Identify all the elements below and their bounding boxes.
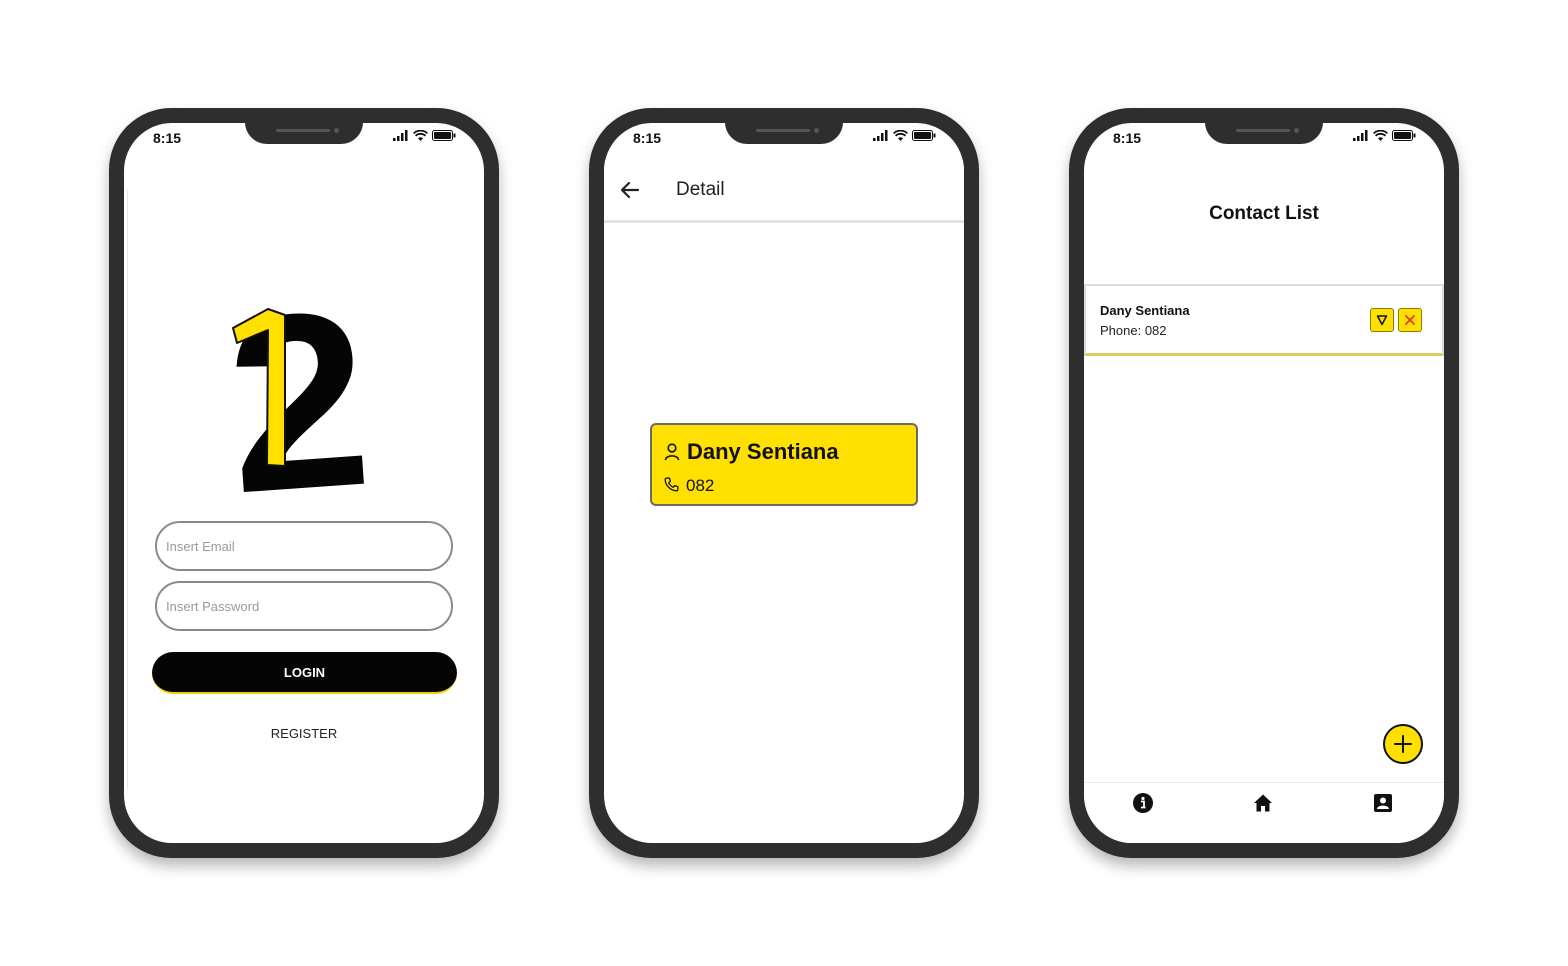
signal-icon — [873, 130, 888, 141]
contact-icon[interactable] — [1372, 792, 1394, 814]
battery-icon — [912, 130, 936, 141]
expand-button[interactable] — [1370, 308, 1394, 332]
page-title: Detail — [676, 179, 725, 200]
status-icons — [873, 130, 936, 141]
login-screen: 8:15 2 1 LOGIN REGISTER — [124, 123, 484, 843]
list-item[interactable]: Dany Sentiana Phone: 082 — [1084, 284, 1444, 356]
phone-contact-list: 8:15 Contact List Dany Sentiana Phone: 0… — [1069, 108, 1459, 858]
close-icon — [1405, 315, 1415, 325]
contact-name: Dany Sentiana — [687, 439, 839, 464]
email-field[interactable] — [155, 521, 453, 571]
info-icon[interactable] — [1132, 792, 1154, 814]
home-icon[interactable] — [1252, 792, 1274, 814]
app-bar: Detail — [604, 159, 964, 223]
password-field[interactable] — [155, 581, 453, 631]
wifi-icon — [893, 130, 908, 141]
triangle-down-icon — [1376, 315, 1388, 326]
back-arrow-icon[interactable] — [618, 178, 642, 202]
status-bar: 8:15 — [1084, 123, 1444, 159]
divider — [127, 189, 128, 789]
detail-screen: 8:15 Detail Dany Sentiana 082 — [604, 123, 964, 843]
app-logo: 2 1 — [224, 288, 378, 503]
wifi-icon — [413, 130, 428, 141]
delete-button[interactable] — [1398, 308, 1422, 332]
phone-login: 8:15 2 1 LOGIN REGISTER — [109, 108, 499, 858]
phone-detail: 8:15 Detail Dany Sentiana 082 — [589, 108, 979, 858]
contact-name: Dany Sentiana — [1100, 303, 1190, 318]
battery-icon — [432, 130, 456, 141]
status-icons — [393, 130, 456, 141]
status-time: 8:15 — [633, 130, 662, 146]
page-title: Contact List — [1209, 203, 1319, 224]
contact-detail-card: Dany Sentiana 082 — [650, 423, 918, 506]
contact-phone: 082 — [686, 476, 715, 495]
signal-icon — [1353, 130, 1368, 141]
notch — [245, 123, 363, 144]
bottom-nav — [1084, 782, 1444, 843]
signal-icon — [393, 130, 408, 141]
battery-icon — [1392, 130, 1416, 141]
status-icons — [1353, 130, 1416, 141]
wifi-icon — [1373, 130, 1388, 141]
notch — [1205, 123, 1323, 144]
contact-phone: Phone: 082 — [1100, 323, 1167, 338]
contact-list-screen: 8:15 Contact List Dany Sentiana Phone: 0… — [1084, 123, 1444, 843]
status-bar: 8:15 — [124, 123, 484, 159]
status-time: 8:15 — [153, 130, 182, 146]
register-link[interactable]: REGISTER — [124, 726, 484, 741]
plus-icon — [1394, 735, 1412, 753]
status-time: 8:15 — [1113, 130, 1142, 146]
add-contact-button[interactable] — [1383, 724, 1423, 764]
person-icon — [664, 443, 680, 461]
notch — [725, 123, 843, 144]
login-button[interactable]: LOGIN — [152, 652, 457, 694]
status-bar: 8:15 — [604, 123, 964, 159]
phone-icon — [664, 477, 679, 492]
